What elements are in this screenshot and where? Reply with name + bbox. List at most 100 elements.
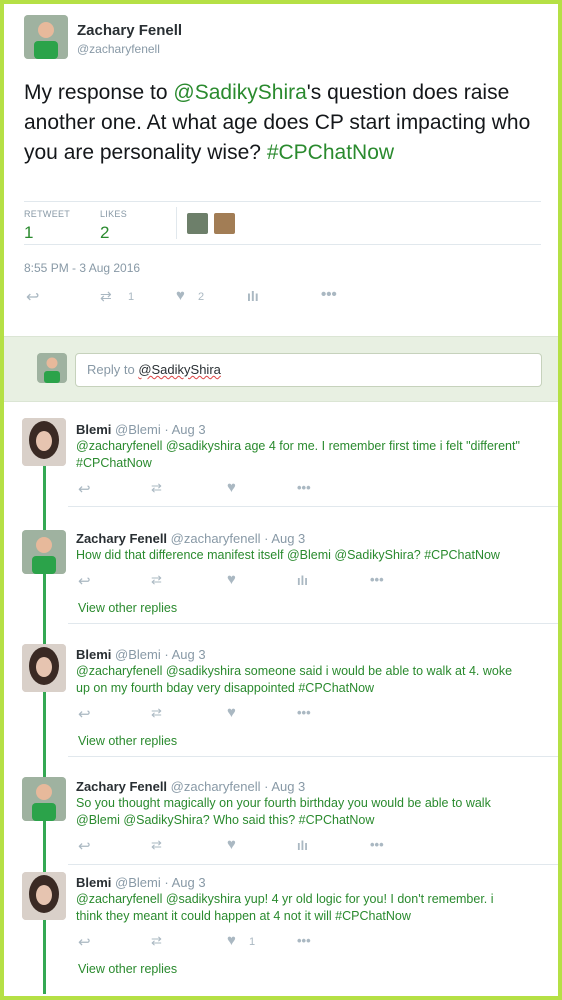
reply-divider: [68, 864, 558, 865]
tweet-detail-panel: Zachary Fenell @zacharyfenell My respons…: [4, 4, 558, 996]
reply-icon[interactable]: ↩: [78, 705, 91, 723]
view-other-replies-link[interactable]: View other replies: [78, 962, 177, 976]
retweet-label: RETWEET: [24, 209, 71, 219]
retweet-icon[interactable]: ⇄: [151, 572, 162, 588]
liker-avatar[interactable]: [214, 213, 235, 234]
avatar-image: [22, 644, 66, 692]
reply-header: Blemi @Blemi · Aug 3: [76, 647, 206, 662]
like-count-small: 2: [198, 291, 205, 303]
reply-icon[interactable]: ↩: [26, 287, 39, 307]
reply-author-handle[interactable]: @zacharyfenell: [171, 779, 261, 794]
reply-header: Blemi @Blemi · Aug 3: [76, 422, 206, 437]
reply-avatar[interactable]: [22, 644, 66, 692]
reply-author-name[interactable]: Zachary Fenell: [76, 779, 167, 794]
heart-icon[interactable]: ♥: [227, 571, 236, 588]
hashtag-link[interactable]: #CPChatNow: [267, 141, 394, 164]
reply-author-name[interactable]: Blemi: [76, 875, 111, 890]
retweet-icon[interactable]: ⇄: [151, 933, 162, 949]
reply-avatar[interactable]: [22, 777, 66, 821]
reply-avatar[interactable]: [22, 418, 66, 466]
reply-text-line: @zacharyfenell @sadikyshira age 4 for me…: [76, 439, 520, 453]
retweet-icon[interactable]: ⇄: [151, 837, 162, 853]
reply-placeholder-prefix: Reply to: [87, 362, 139, 377]
reply-icon[interactable]: ↩: [78, 933, 91, 951]
reply-icon[interactable]: ↩: [78, 837, 91, 855]
reply-avatar[interactable]: [22, 872, 66, 920]
avatar-image: [24, 15, 68, 59]
reply-author-name[interactable]: Blemi: [76, 647, 111, 662]
author-handle[interactable]: @zacharyfenell: [77, 42, 160, 56]
analytics-icon[interactable]: ılı: [297, 573, 308, 588]
reply-icon[interactable]: ↩: [78, 480, 91, 498]
avatar-image: [22, 872, 66, 920]
reply-text-line: up on my fourth bday very disappointed #…: [76, 681, 375, 695]
liker-avatar[interactable]: [187, 213, 208, 234]
reply-header: Zachary Fenell @zacharyfenell · Aug 3: [76, 779, 305, 794]
reply-text-line: think they meant it could happen at 4 no…: [76, 909, 411, 923]
likes-label: LIKES: [100, 209, 128, 219]
avatar-image: [22, 530, 66, 574]
reply-text-line: @zacharyfenell @sadikyshira someone said…: [76, 664, 513, 678]
reply-header: Zachary Fenell @zacharyfenell · Aug 3: [76, 531, 305, 546]
reply-date[interactable]: · Aug 3: [164, 647, 205, 662]
analytics-icon[interactable]: ılı: [247, 288, 259, 304]
view-other-replies-link[interactable]: View other replies: [78, 734, 177, 748]
my-avatar: [37, 353, 67, 383]
heart-icon[interactable]: ♥: [227, 932, 236, 949]
reply-composer: Reply to @SadikyShira: [4, 336, 558, 402]
heart-icon[interactable]: ♥: [227, 836, 236, 853]
retweet-count-small: 1: [128, 291, 135, 303]
analytics-icon[interactable]: ılı: [297, 838, 308, 853]
reply-author-name[interactable]: Blemi: [76, 422, 111, 437]
heart-icon[interactable]: ♥: [176, 287, 185, 304]
more-icon[interactable]: •••: [321, 286, 337, 303]
reply-author-handle[interactable]: @Blemi: [115, 875, 161, 890]
mention-link[interactable]: @SadikyShira: [173, 81, 306, 104]
avatar-image: [22, 777, 66, 821]
reply-text-line: #CPChatNow: [76, 456, 152, 470]
reply-date[interactable]: · Aug 3: [164, 422, 205, 437]
retweet-icon[interactable]: ⇄: [151, 705, 162, 721]
reply-input[interactable]: Reply to @SadikyShira: [75, 353, 542, 387]
reply-icon[interactable]: ↩: [78, 572, 91, 590]
more-icon[interactable]: •••: [297, 933, 311, 948]
reply-date[interactable]: · Aug 3: [264, 531, 305, 546]
retweet-icon[interactable]: ⇄: [151, 480, 162, 496]
reply-placeholder-mention: @SadikyShira: [138, 362, 221, 377]
author-name[interactable]: Zachary Fenell: [77, 22, 182, 39]
reply-text-line: @zacharyfenell @sadikyshira yup! 4 yr ol…: [76, 892, 494, 906]
stats-separator: [176, 207, 177, 239]
tweet-text-prefix: My response to: [24, 81, 174, 104]
heart-icon[interactable]: ♥: [227, 704, 236, 721]
reply-date[interactable]: · Aug 3: [264, 779, 305, 794]
reply-avatar[interactable]: [22, 530, 66, 574]
reply-divider: [68, 756, 558, 757]
reply-author-name[interactable]: Zachary Fenell: [76, 531, 167, 546]
reply-text-line: How did that difference manifest itself …: [76, 548, 500, 562]
avatar-image: [37, 353, 67, 383]
like-count-small: 1: [249, 936, 256, 948]
reply-author-handle[interactable]: @Blemi: [115, 422, 161, 437]
stats-divider-top: [24, 201, 541, 202]
likes-count[interactable]: 2: [100, 223, 109, 243]
view-other-replies-link[interactable]: View other replies: [78, 601, 177, 615]
retweet-icon[interactable]: ⇄: [100, 288, 112, 305]
heart-icon[interactable]: ♥: [227, 479, 236, 496]
reply-divider: [68, 506, 558, 507]
reply-text-line: @Blemi @SadikyShira? Who said this? #CPC…: [76, 813, 375, 827]
reply-header: Blemi @Blemi · Aug 3: [76, 875, 206, 890]
reply-date[interactable]: · Aug 3: [164, 875, 205, 890]
tweet-text: My response to @SadikyShira's question d…: [24, 78, 544, 168]
reply-text-line: So you thought magically on your fourth …: [76, 796, 491, 810]
retweet-count[interactable]: 1: [24, 223, 33, 243]
more-icon[interactable]: •••: [370, 572, 384, 587]
tweet-timestamp[interactable]: 8:55 PM - 3 Aug 2016: [24, 261, 140, 275]
reply-divider: [68, 623, 558, 624]
author-avatar[interactable]: [24, 15, 68, 59]
more-icon[interactable]: •••: [297, 480, 311, 495]
more-icon[interactable]: •••: [370, 837, 384, 852]
more-icon[interactable]: •••: [297, 705, 311, 720]
avatar-image: [22, 418, 66, 466]
reply-author-handle[interactable]: @zacharyfenell: [171, 531, 261, 546]
reply-author-handle[interactable]: @Blemi: [115, 647, 161, 662]
